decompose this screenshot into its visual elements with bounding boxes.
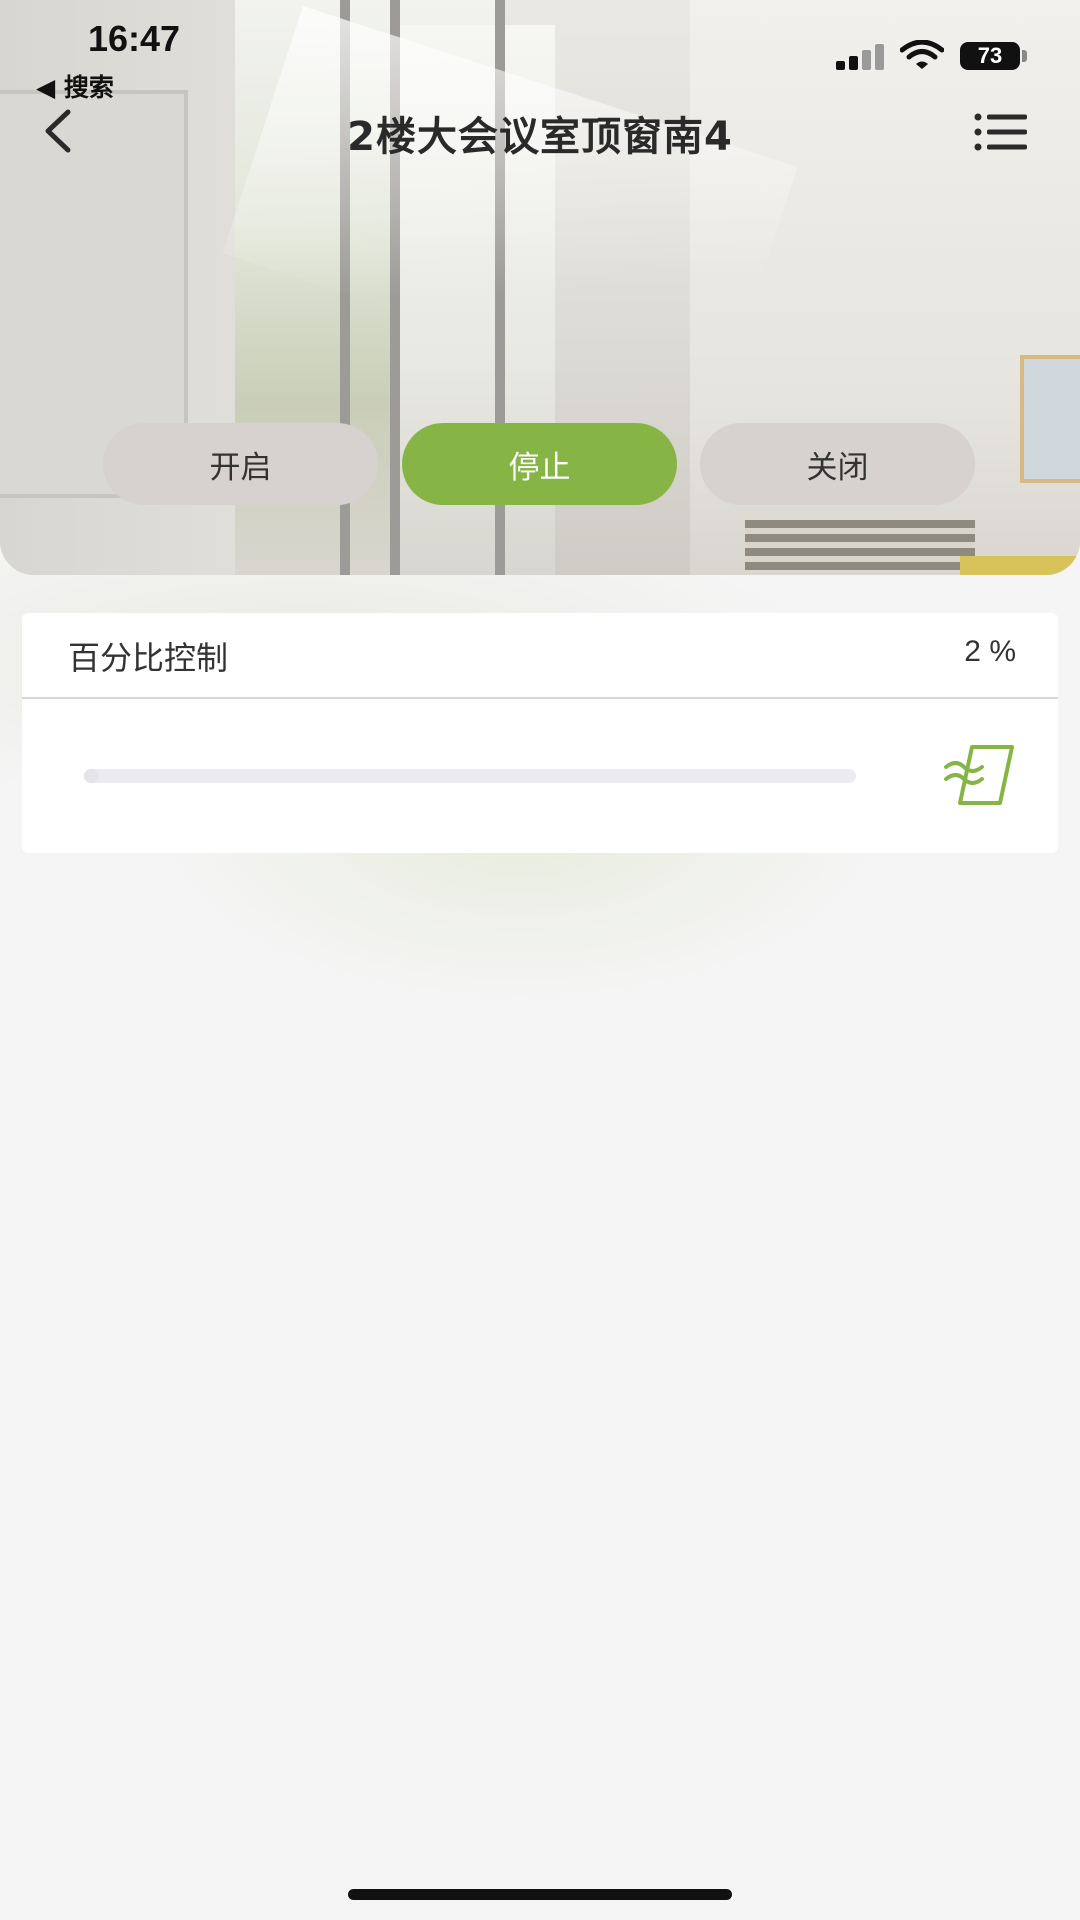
wifi-icon	[900, 40, 944, 69]
percent-control-card: 百分比控制 2 %	[22, 613, 1058, 853]
percent-slider-fill	[84, 769, 100, 783]
status-bar: 16:47 ◀ 搜索 73	[0, 0, 1080, 102]
percent-control-label: 百分比控制	[68, 639, 229, 677]
stop-button[interactable]: 停止	[402, 423, 677, 505]
open-button[interactable]: 开启	[103, 423, 378, 505]
cellular-signal-icon	[836, 44, 888, 70]
battery-icon: 73	[960, 42, 1020, 70]
status-time: 16:47	[88, 18, 181, 59]
window-open-icon	[944, 745, 1014, 805]
back-chevron-icon[interactable]	[38, 108, 78, 154]
page-title: 2楼大会议室顶窗南4	[347, 114, 733, 160]
percent-slider[interactable]	[84, 769, 856, 783]
battery-level: 73	[977, 43, 1003, 68]
close-button[interactable]: 关闭	[700, 423, 975, 505]
percent-value: 2 %	[964, 635, 1016, 668]
percent-card-header: 百分比控制 2 %	[22, 613, 1058, 699]
list-menu-icon[interactable]	[974, 112, 1028, 152]
back-to-app-link[interactable]: ◀ 搜索	[36, 68, 114, 104]
home-indicator	[348, 1889, 732, 1900]
